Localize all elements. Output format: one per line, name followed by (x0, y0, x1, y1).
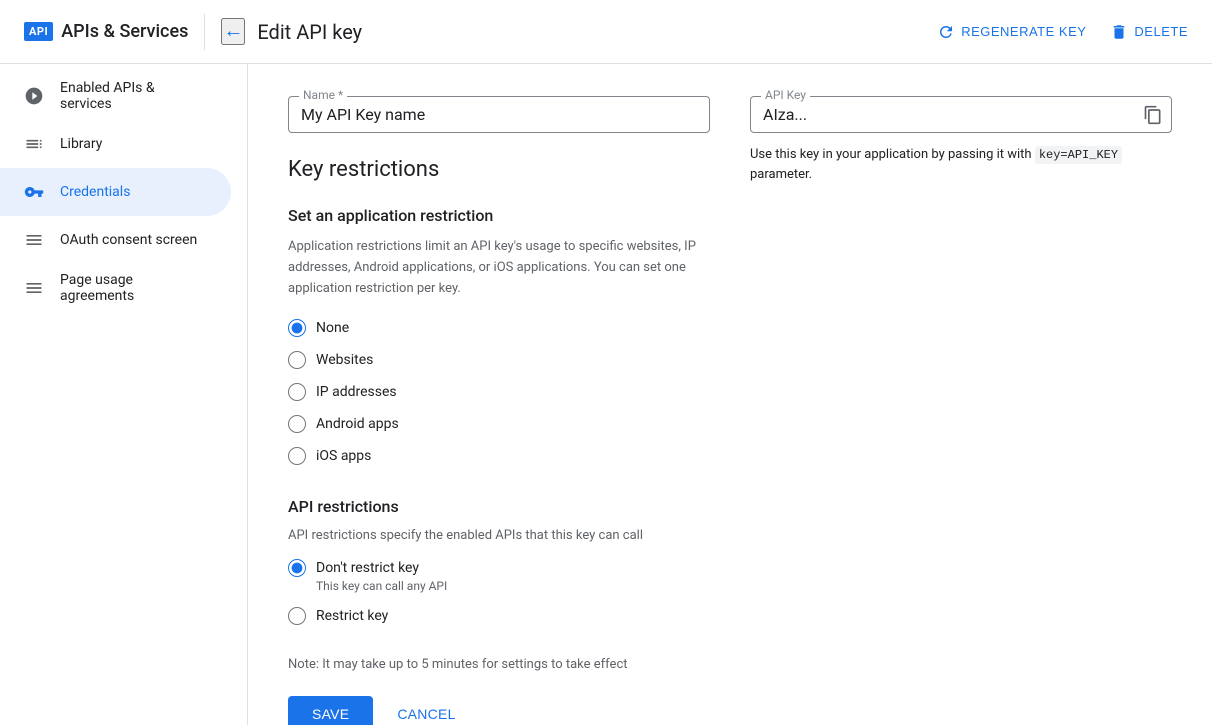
api-key-hint: Use this key in your application by pass… (750, 145, 1172, 184)
radio-websites[interactable]: Websites (288, 351, 710, 369)
radio-dont-restrict-label: Don't restrict key (316, 560, 419, 576)
sidebar-label-enabled-apis: Enabled APIs & services (60, 80, 207, 112)
radio-none-input[interactable] (288, 319, 306, 337)
name-field-label: Name * (299, 88, 347, 102)
dont-restrict-hint: This key can call any API (316, 579, 710, 593)
app-logo: API APIs & Services (24, 21, 188, 42)
regenerate-icon (937, 23, 955, 41)
page-title: Edit API key (257, 20, 362, 44)
page-title-area: ← Edit API key (221, 18, 921, 45)
top-bar: API APIs & Services ← Edit API key REGEN… (0, 0, 1212, 64)
radio-ios-input[interactable] (288, 447, 306, 465)
api-logo-badge: API (24, 22, 53, 41)
sidebar-label-page-usage: Page usage agreements (60, 272, 207, 304)
copy-icon (1143, 105, 1163, 125)
name-field-group: Name * (288, 96, 710, 133)
radio-ip-input[interactable] (288, 383, 306, 401)
name-input[interactable] (301, 105, 697, 124)
radio-dont-restrict-input[interactable] (288, 559, 306, 577)
api-restrictions-title: API restrictions (288, 497, 710, 516)
left-column: Name * Key restrictions Set an applicati… (288, 96, 710, 725)
api-key-field-group: API Key AIza... Use this key in your app… (750, 96, 1172, 184)
radio-ios[interactable]: iOS apps (288, 447, 710, 465)
sidebar-item-enabled-apis[interactable]: Enabled APIs & services (0, 72, 231, 120)
radio-ip[interactable]: IP addresses (288, 383, 710, 401)
api-restrictions-section: API restrictions API restrictions specif… (288, 497, 710, 625)
radio-restrict-input[interactable] (288, 607, 306, 625)
back-button[interactable]: ← (221, 18, 245, 45)
key-restrictions-title: Key restrictions (288, 157, 710, 182)
regenerate-key-button[interactable]: REGENERATE KEY (937, 23, 1086, 41)
api-restriction-radio-group: Don't restrict key This key can call any… (288, 559, 710, 625)
radio-ios-label: iOS apps (316, 448, 371, 464)
save-button[interactable]: SAVE (288, 696, 373, 725)
api-key-field-label: API Key (761, 88, 810, 102)
cancel-button[interactable]: CANCEL (389, 696, 463, 725)
regenerate-label: REGENERATE KEY (961, 24, 1086, 39)
api-key-outlined-field: API Key AIza... (750, 96, 1172, 133)
sidebar-item-library[interactable]: Library (0, 120, 231, 168)
sidebar-item-credentials[interactable]: Credentials (0, 168, 231, 216)
main-layout: Enabled APIs & services Library Credenti… (0, 64, 1212, 725)
radio-android-input[interactable] (288, 415, 306, 433)
right-column: API Key AIza... Use this key in your app… (750, 96, 1172, 725)
oauth-icon (24, 230, 44, 250)
form-buttons: SAVE CANCEL (288, 696, 710, 725)
note-text: Note: It may take up to 5 minutes for se… (288, 657, 710, 672)
sidebar-label-oauth: OAuth consent screen (60, 232, 197, 248)
delete-icon (1110, 23, 1128, 41)
library-icon (24, 134, 44, 154)
delete-label: DELETE (1134, 24, 1188, 39)
header-actions: REGENERATE KEY DELETE (937, 23, 1188, 41)
name-outlined-field: Name * (288, 96, 710, 133)
sidebar-label-library: Library (60, 136, 102, 152)
header-divider (204, 14, 205, 50)
api-restrictions-desc: API restrictions specify the enabled API… (288, 528, 710, 543)
app-restriction-desc: Application restrictions limit an API ke… (288, 237, 710, 299)
credentials-icon (24, 182, 44, 202)
main-content: Name * Key restrictions Set an applicati… (248, 64, 1212, 725)
sidebar: Enabled APIs & services Library Credenti… (0, 64, 248, 725)
app-restriction-title: Set an application restriction (288, 206, 710, 225)
page-usage-icon (24, 278, 44, 298)
content-grid: Name * Key restrictions Set an applicati… (288, 96, 1172, 725)
radio-ip-label: IP addresses (316, 384, 397, 400)
api-key-param: key=API_KEY (1035, 146, 1122, 164)
radio-none-label: None (316, 320, 349, 336)
copy-api-key-button[interactable] (1143, 105, 1163, 125)
radio-restrict-label: Restrict key (316, 608, 388, 624)
enabled-apis-icon (24, 86, 44, 106)
radio-android[interactable]: Android apps (288, 415, 710, 433)
api-key-value: AIza... (763, 105, 807, 124)
radio-websites-label: Websites (316, 352, 373, 368)
radio-websites-input[interactable] (288, 351, 306, 369)
sidebar-item-oauth[interactable]: OAuth consent screen (0, 216, 231, 264)
app-restriction-radio-group: None Websites IP addresses Android apps (288, 319, 710, 465)
radio-android-label: Android apps (316, 416, 399, 432)
radio-restrict[interactable]: Restrict key (288, 607, 710, 625)
sidebar-label-credentials: Credentials (60, 184, 130, 200)
delete-button[interactable]: DELETE (1110, 23, 1188, 41)
dont-restrict-option: Don't restrict key This key can call any… (288, 559, 710, 593)
sidebar-item-page-usage[interactable]: Page usage agreements (0, 264, 231, 312)
radio-dont-restrict[interactable]: Don't restrict key (288, 559, 710, 577)
radio-none[interactable]: None (288, 319, 710, 337)
app-title: APIs & Services (61, 21, 188, 42)
